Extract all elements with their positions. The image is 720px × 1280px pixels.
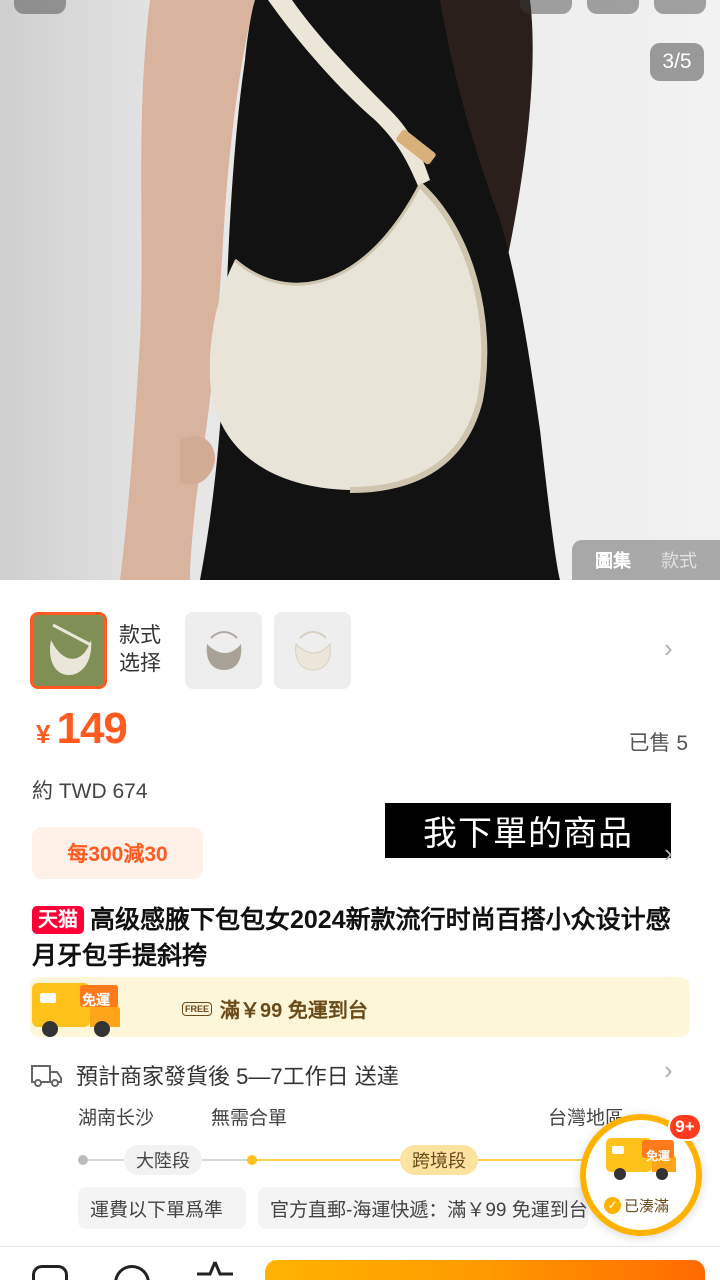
variant-selector[interactable]: 款式 选择 — [30, 611, 690, 689]
product-title: 天猫 高级感腋下包包女2024新款流行时尚百搭小众设计感月牙包手提斜挎 — [32, 902, 692, 974]
free-shipping-label: 滿￥99 免運到台 — [220, 1000, 368, 1022]
chevron-right-icon[interactable]: › — [664, 633, 673, 664]
customer-service-icon[interactable] — [114, 1265, 150, 1280]
segment-crossborder: 跨境段 — [400, 1145, 478, 1175]
price: ¥ 149 — [36, 704, 128, 754]
widget-status-text: 已湊滿 — [624, 1198, 670, 1215]
route-merge: 無需合單 — [211, 1108, 288, 1129]
share-button[interactable] — [520, 0, 572, 14]
widget-status: ✓ 已湊滿 — [604, 1195, 669, 1216]
variant-label: 款式 选择 — [119, 622, 169, 678]
price-value: 149 — [56, 704, 127, 753]
tab-styles[interactable]: 款式 — [661, 547, 697, 573]
tab-gallery[interactable]: 圖集 — [595, 547, 631, 573]
twd-price: 約 TWD 674 — [32, 780, 148, 803]
widget-truck-label: 免運 — [646, 1149, 671, 1163]
product-image[interactable]: 3/5 圖集 款式 — [0, 0, 720, 580]
free-shipping-text: FREE 滿￥99 免運到台 — [182, 994, 368, 1023]
shipping-method: 官方直郵-海運快遞：滿￥99 免運到台 — [258, 1187, 588, 1229]
chevron-right-icon[interactable]: › — [664, 838, 673, 869]
segment-mainland: 大陸段 — [124, 1145, 202, 1175]
variant-image — [206, 630, 242, 670]
back-button[interactable] — [14, 0, 66, 14]
free-badge-icon: FREE — [182, 1001, 213, 1016]
variant-image — [33, 614, 104, 686]
overlay-caption: 我下單的商品 — [385, 803, 671, 858]
tmall-badge: 天猫 — [32, 906, 84, 934]
notification-badge: 9+ — [668, 1113, 702, 1141]
shipping-estimate[interactable]: 預計商家發貨後 5—7工作日 送達 — [30, 1058, 690, 1092]
variant-image — [295, 630, 331, 671]
favorite-star-icon[interactable] — [195, 1260, 235, 1280]
image-counter: 3/5 — [650, 43, 704, 81]
price-currency: ¥ — [36, 719, 51, 749]
variant-thumb-grey[interactable] — [185, 611, 262, 689]
bottom-action-bar — [0, 1247, 720, 1280]
shipping-truck-icon — [31, 1065, 62, 1087]
variant-thumb-selected[interactable] — [30, 611, 107, 689]
sold-count: 已售 5 — [628, 732, 688, 755]
product-title-text: 高级感腋下包包女2024新款流行时尚百搭小众设计感月牙包手提斜挎 — [32, 906, 671, 970]
store-icon[interactable] — [32, 1265, 68, 1280]
truck-label: 免運 — [82, 992, 110, 1008]
product-photo — [120, 0, 560, 580]
cart-button[interactable] — [587, 0, 639, 14]
check-icon: ✓ — [604, 1197, 621, 1214]
variant-label-line2: 选择 — [119, 652, 161, 675]
more-button[interactable] — [654, 0, 706, 14]
chevron-right-icon[interactable]: › — [664, 1055, 673, 1086]
route-origin: 湖南长沙 — [78, 1108, 155, 1129]
promo-badge[interactable]: 每300減30 — [32, 827, 203, 879]
variant-label-line1: 款式 — [119, 624, 161, 647]
gallery-tabs: 圖集 款式 — [572, 540, 720, 580]
shipping-estimate-text: 預計商家發貨後 5—7工作日 送達 — [76, 1064, 399, 1089]
buy-button[interactable] — [265, 1260, 705, 1280]
free-shipping-banner[interactable]: 免運 FREE 滿￥99 免運到台 — [30, 977, 690, 1037]
fee-note: 運費以下單爲準 — [78, 1187, 246, 1229]
variant-thumb-cream[interactable] — [274, 611, 351, 689]
